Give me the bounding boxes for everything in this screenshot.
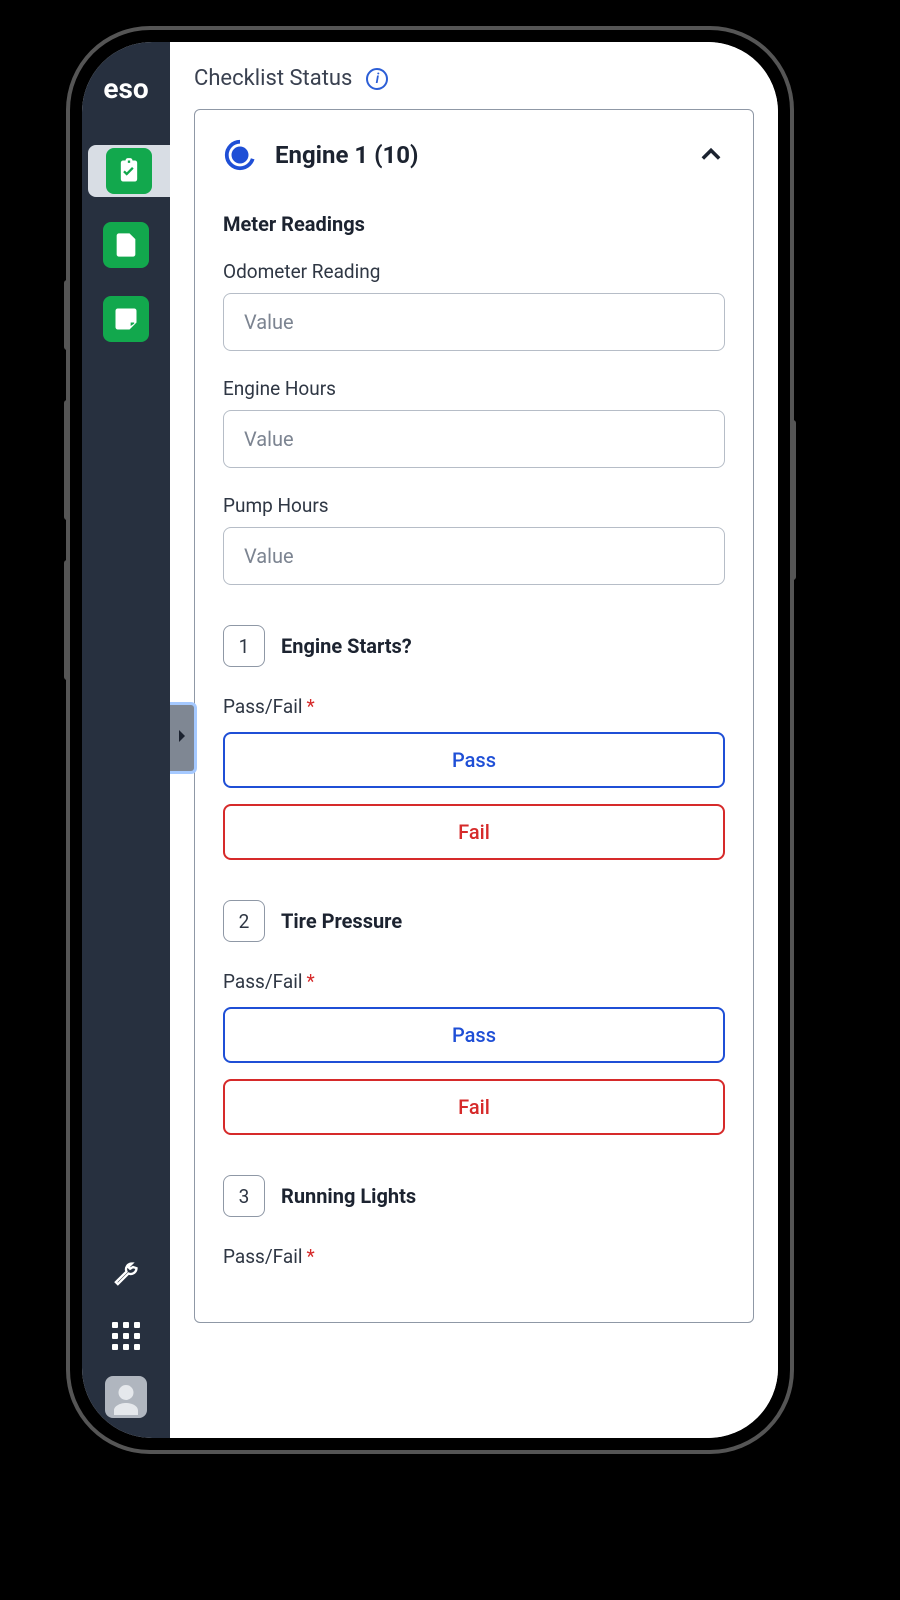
user-avatar[interactable] [105,1376,147,1418]
item-title: Tire Pressure [281,909,402,933]
checklist-card: Engine 1 (10) Meter Readings Odometer Re… [194,109,754,1323]
pass-button[interactable]: Pass [223,1007,725,1063]
pump-hours-label: Pump Hours [223,494,725,517]
info-icon[interactable]: i [366,68,388,90]
main-content: Checklist Status i [170,42,778,1438]
page-title: Checklist Status [194,66,352,91]
sidebar-item-checklists[interactable] [88,145,170,197]
checklist-item: 3 Running Lights Pass/Fail* [223,1175,725,1268]
item-title: Running Lights [281,1184,416,1208]
odometer-input[interactable] [223,293,725,351]
document-edit-icon [103,296,149,342]
pass-button[interactable]: Pass [223,732,725,788]
section-header[interactable]: Engine 1 (10) [223,138,725,172]
item-number: 2 [223,900,265,942]
checklist-item: 1 Engine Starts? Pass/Fail* Pass Fail [223,625,725,860]
pump-hours-input[interactable] [223,527,725,585]
item-number: 1 [223,625,265,667]
drawer-expand-handle[interactable] [170,702,197,774]
chevron-right-icon [177,728,187,748]
sidebar: eso [82,42,170,1438]
sidebar-item-forms[interactable] [92,219,160,271]
document-lines-icon [103,222,149,268]
page-header: Checklist Status i [170,42,778,109]
checklist-item: 2 Tire Pressure Pass/Fail* Pass Fail [223,900,725,1135]
engine-hours-label: Engine Hours [223,377,725,400]
sidebar-item-notes[interactable] [92,293,160,345]
clipboard-check-icon [106,148,152,194]
engine-hours-input[interactable] [223,410,725,468]
fail-button[interactable]: Fail [223,1079,725,1135]
logo: eso [103,72,148,105]
item-number: 3 [223,1175,265,1217]
apps-button[interactable] [106,1316,146,1356]
fail-button[interactable]: Fail [223,804,725,860]
meter-readings-heading: Meter Readings [223,212,725,236]
grid-icon [112,1322,140,1350]
wrench-icon [112,1260,140,1292]
item-title: Engine Starts? [281,634,412,658]
passfail-label: Pass/Fail* [223,695,725,718]
section-title: Engine 1 (10) [275,141,679,169]
passfail-label: Pass/Fail* [223,970,725,993]
passfail-label: Pass/Fail* [223,1245,725,1268]
chevron-up-icon[interactable] [697,141,725,169]
progress-ring-icon [223,138,257,172]
odometer-label: Odometer Reading [223,260,725,283]
settings-button[interactable] [106,1256,146,1296]
